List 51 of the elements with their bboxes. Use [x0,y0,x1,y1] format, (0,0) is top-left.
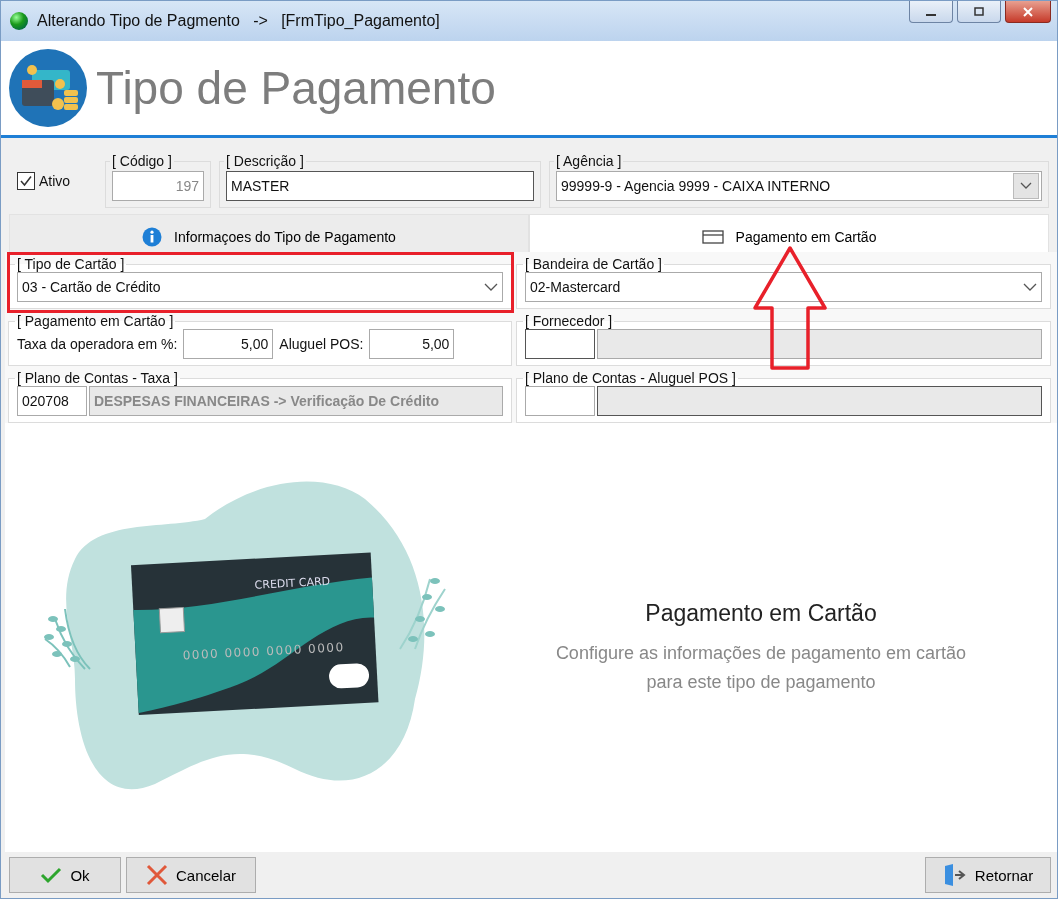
fee-field[interactable]: 5,00 [183,329,274,359]
card-number: 0000 0000 0000 0000 [182,639,345,663]
field-label: Taxa da operadora em %: [17,336,178,352]
minimize-icon [926,14,936,16]
minimize-button[interactable] [909,1,953,23]
description-field[interactable]: MASTER [226,171,534,201]
app-icon [9,11,29,31]
code-field[interactable]: 197 [112,171,204,201]
tab[interactable]: Pagamento em Cartão [529,214,1049,252]
close-button[interactable] [1005,1,1051,23]
group-label: [ Fornecedor ] [524,313,614,329]
checkbox-label: Ativo [39,173,71,189]
exit-door-icon [942,864,967,886]
chevron-down-icon [484,283,498,291]
active-checkbox[interactable] [17,172,35,190]
info-title: Pagamento em Cartão [645,600,877,628]
account-code-field[interactable]: 020708 [17,386,87,416]
wallet-coins-icon [8,48,88,128]
maximize-button[interactable] [957,1,1001,23]
page-title: Tipo de Pagamento [96,61,496,115]
tab[interactable]: Informaçoes do Tipo de Pagamento [9,214,529,252]
chevron-down-icon [1013,173,1039,199]
card-brand-dropdown[interactable]: 02-Mastercard [525,272,1042,302]
close-icon [1022,6,1034,17]
account-code-field[interactable] [525,386,595,416]
info-description: Configure as informações de pagamento em cartão para este tipo de pagamento [554,642,968,694]
group-label: [ Tipo de Cartão ] [16,256,126,272]
account-name-field: DESPESAS FINANCEIRAS -> Verificação De Crédito [89,386,503,416]
agency-dropdown[interactable]: 99999-9 - Agencia 9999 - CAIXA INTERNO [556,171,1042,201]
pos-rent-field[interactable]: 5,00 [369,329,455,359]
group-label: [ Código ] [111,153,173,169]
chevron-down-icon [1023,283,1037,291]
group-label: [ Descrição ] [225,153,305,169]
group-label: [ Pagamento em Cartão ] [16,313,175,329]
card-icon [701,229,724,244]
field-label: Aluguel POS: [279,336,364,352]
return-button[interactable]: Retornar [925,857,1051,893]
window-title: Alterando Tipo de Pagmento -> [FrmTipo_Pagamento] [37,12,441,30]
ok-button[interactable]: Ok [9,857,121,893]
card-label: CREDIT CARD [254,574,331,592]
cross-icon [146,864,168,886]
group-label: [ Plano de Contas - Aluguel POS ] [524,370,737,386]
checkmark-icon [40,866,63,884]
cancel-button[interactable]: Cancelar [126,857,256,893]
supplier-code-field[interactable] [525,329,595,359]
group-label: [ Agência ] [555,153,623,169]
group-label: [ Bandeira de Cartão ] [524,256,663,272]
maximize-icon [973,6,985,17]
card-type-dropdown[interactable]: 03 - Cartão de Crédito [17,272,503,302]
group-label: [ Plano de Contas - Taxa ] [16,370,179,386]
info-icon [142,226,163,247]
